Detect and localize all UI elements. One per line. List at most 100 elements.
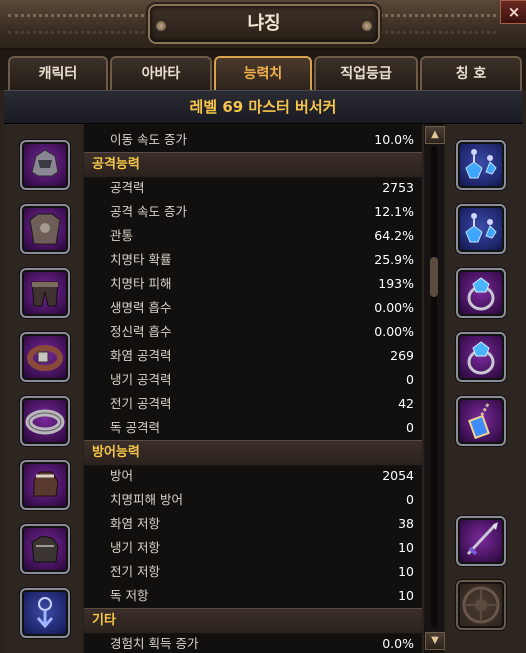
- stat-label: 방어: [110, 468, 134, 483]
- pendant-icon: [468, 403, 490, 440]
- earring-icon: [465, 213, 497, 243]
- equip-slot-amulet[interactable]: [20, 588, 70, 638]
- stat-label: 독 저항: [110, 588, 149, 603]
- stat-label: 전기 저항: [110, 564, 160, 579]
- stat-label: 냉기 공격력: [110, 372, 172, 387]
- stat-label: 생명력 흡수: [110, 300, 172, 315]
- section-header-defense: 방어능력: [84, 440, 422, 466]
- equip-slot-earring-2[interactable]: [456, 204, 506, 254]
- helmet-icon: [31, 149, 59, 177]
- stat-row: 전기 공격력 42: [84, 392, 422, 416]
- bracer-icon: [25, 409, 65, 435]
- ring-icon: [467, 341, 495, 375]
- scroll-down-button[interactable]: ▼: [425, 632, 445, 650]
- equip-slot-pants[interactable]: [20, 268, 70, 318]
- belt-icon: [27, 345, 63, 371]
- stat-row: 경험치 획득 증가 0.0%: [84, 632, 422, 653]
- stat-value: 193%: [378, 276, 414, 291]
- stat-row: 화염 공격력 269: [84, 344, 422, 368]
- stat-value: 25.9%: [374, 252, 414, 267]
- stat-row: 관통 64.2%: [84, 224, 422, 248]
- left-equipment-panel: [4, 124, 82, 653]
- stat-row: 전기 저항 10: [84, 560, 422, 584]
- stat-value: 10: [398, 564, 414, 579]
- equip-slot-boots[interactable]: [20, 524, 70, 574]
- stat-value: 0.00%: [374, 300, 414, 315]
- window-title: 냐징: [247, 13, 281, 34]
- boots-icon: [31, 535, 59, 563]
- equip-slot-bracer[interactable]: [20, 396, 70, 446]
- stat-row: 방어 2054: [84, 464, 422, 488]
- stat-label: 화염 공격력: [110, 348, 172, 363]
- equip-slot-shield[interactable]: [456, 580, 506, 630]
- ring-icon: [467, 277, 495, 311]
- tab-job-grade[interactable]: 직업등급: [314, 56, 418, 90]
- stat-row: 치명타 확률 25.9%: [84, 248, 422, 272]
- stat-value: 38: [398, 516, 414, 531]
- tab-bar: 캐릭터 아바타 능력치 직업등급 칭 호: [0, 50, 526, 90]
- equip-slot-gloves[interactable]: [20, 460, 70, 510]
- stat-label: 경험치 획득 증가: [110, 636, 199, 651]
- stat-label: 정신력 흡수: [110, 324, 172, 339]
- stat-row: 치명피해 방어 0: [84, 488, 422, 512]
- shield-icon: [462, 586, 500, 624]
- tab-character[interactable]: 캐릭터: [8, 56, 108, 90]
- section-title: 공격능력: [92, 157, 140, 172]
- stat-value: 0: [406, 372, 414, 387]
- tab-title[interactable]: 칭 호: [420, 56, 522, 90]
- chain-decoration-left: [8, 14, 144, 34]
- equip-slot-ring-1[interactable]: [456, 268, 506, 318]
- scroll-thumb[interactable]: [430, 256, 438, 297]
- equip-slot-pendant[interactable]: [456, 396, 506, 446]
- right-equipment-panel: [446, 124, 526, 653]
- stat-value: 42: [398, 396, 414, 411]
- stats-panel[interactable]: 이동 속도 증가 10.0% 공격능력 공격력 2753 공격 속도 증가 12.1…: [84, 124, 422, 653]
- close-button[interactable]: ×: [500, 0, 526, 24]
- equip-slot-earring-1[interactable]: [456, 140, 506, 190]
- stat-label: 이동 속도 증가: [110, 132, 187, 147]
- stat-row: 치명타 피해 193%: [84, 272, 422, 296]
- stat-label: 공격 속도 증가: [110, 204, 187, 219]
- stat-row: 냉기 저항 10: [84, 536, 422, 560]
- stat-row: 독 저항 10: [84, 584, 422, 608]
- section-header-attack: 공격능력: [84, 152, 422, 178]
- scroll-up-button[interactable]: ▲: [425, 126, 445, 144]
- bolt-icon: [156, 21, 166, 31]
- section-header-etc: 기타: [84, 608, 422, 634]
- stat-label: 치명타 확률: [110, 252, 172, 267]
- title-bar[interactable]: 냐징 ×: [0, 0, 526, 50]
- close-icon: ×: [507, 3, 521, 21]
- stat-row: 생명력 흡수 0.00%: [84, 296, 422, 320]
- stat-row: 공격력 2753: [84, 176, 422, 200]
- section-title: 방어능력: [92, 445, 140, 460]
- equip-slot-belt[interactable]: [20, 332, 70, 382]
- equip-slot-ring-2[interactable]: [456, 332, 506, 382]
- class-banner: 레벨 69 마스터 버서커: [4, 90, 522, 124]
- stat-label: 치명타 피해: [110, 276, 172, 291]
- pants-icon: [31, 281, 59, 307]
- stat-label: 치명피해 방어: [110, 492, 183, 507]
- stat-label: 관통: [110, 228, 134, 243]
- stats-scrollbar[interactable]: ▲ ▼: [424, 124, 445, 653]
- stat-value: 64.2%: [374, 228, 414, 243]
- stat-row: 화염 저항 38: [84, 512, 422, 536]
- stat-value: 2054: [382, 468, 414, 483]
- equip-slot-helmet[interactable]: [20, 140, 70, 190]
- class-level-text: 레벨 69 마스터 버서커: [189, 98, 337, 116]
- equip-slot-chest[interactable]: [20, 204, 70, 254]
- stat-value: 0.0%: [382, 636, 414, 651]
- scroll-track[interactable]: [431, 146, 437, 628]
- bolt-icon: [362, 21, 372, 31]
- stat-label: 화염 저항: [110, 516, 160, 531]
- tab-stats[interactable]: 능력치: [214, 56, 312, 90]
- stat-value: 269: [390, 348, 414, 363]
- tab-avatar[interactable]: 아바타: [110, 56, 212, 90]
- stat-label: 냉기 저항: [110, 540, 160, 555]
- equip-slot-weapon[interactable]: [456, 516, 506, 566]
- stat-row: 공격 속도 증가 12.1%: [84, 200, 422, 224]
- section-title: 기타: [92, 613, 116, 628]
- arrow-up-icon: ▲: [431, 129, 439, 140]
- stat-value: 2753: [382, 180, 414, 195]
- gloves-icon: [33, 471, 59, 497]
- chain-decoration-right: [380, 14, 496, 34]
